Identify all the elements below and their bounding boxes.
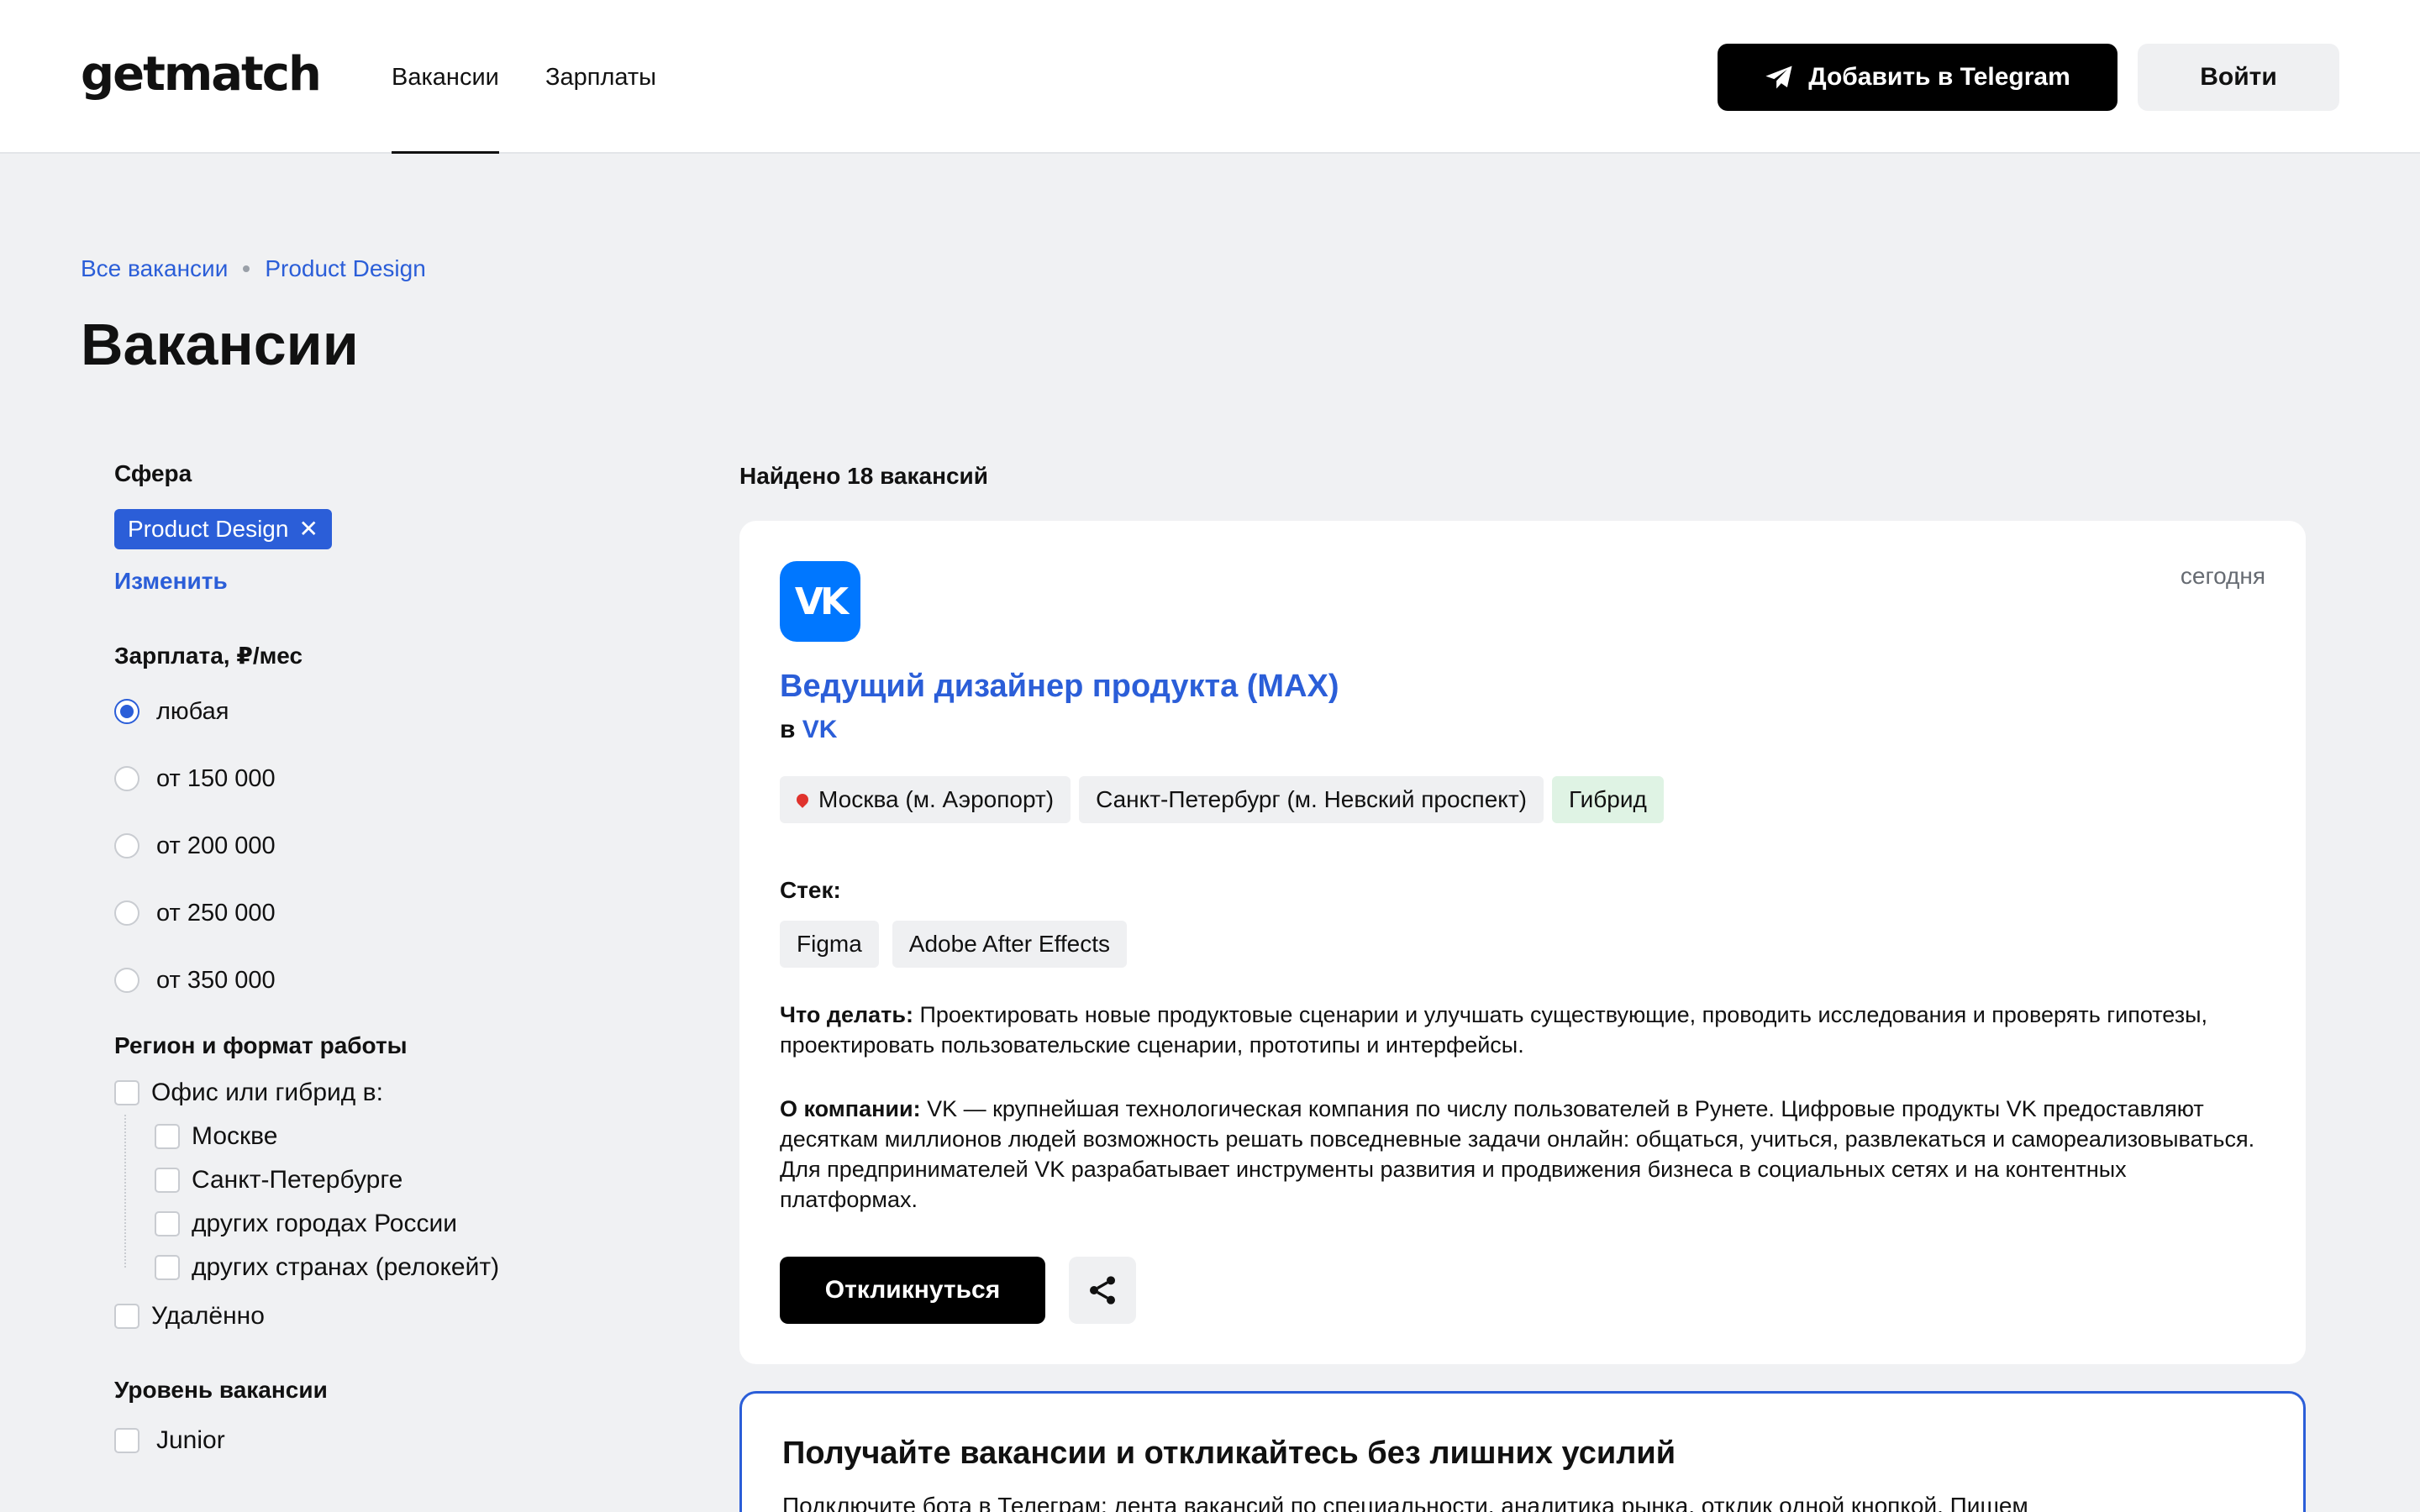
city-moscow[interactable]: Москве — [155, 1115, 702, 1158]
checkbox[interactable] — [114, 1080, 139, 1105]
city-spb[interactable]: Санкт-Петербурге — [155, 1158, 702, 1202]
salary-option-label: от 250 000 — [156, 899, 276, 927]
share-icon — [1090, 1276, 1115, 1305]
work-format-tag: Гибрид — [1552, 776, 1664, 823]
checkbox[interactable] — [155, 1124, 180, 1149]
region-title: Регион и формат работы — [114, 1032, 408, 1058]
salary-option-label: от 200 000 — [156, 832, 276, 859]
radio-button[interactable] — [114, 699, 139, 724]
city-label: других странах (релокейт) — [192, 1253, 500, 1281]
sphere-change-link[interactable]: Изменить — [114, 568, 702, 595]
promo-text: Подключите бота в Телеграм: лента ваканс… — [782, 1493, 2028, 1512]
getmatch-logo[interactable]: getmatch — [81, 47, 322, 102]
city-label: Санкт-Петербурге — [192, 1166, 403, 1194]
location-tag: Санкт-Петербург (м. Невский проспект) — [1079, 776, 1544, 823]
breadcrumb-separator — [243, 265, 250, 272]
checkbox[interactable] — [155, 1211, 180, 1236]
city-list: Москве Санкт-Петербурге других городах Р… — [124, 1115, 702, 1289]
todo-label: Что делать: — [780, 1002, 913, 1027]
sphere-chip-product-design[interactable]: Product Design ✕ — [114, 509, 332, 549]
location-tags: Москва (м. Аэропорт) Санкт-Петербург (м.… — [780, 776, 1664, 823]
company-line: в VK — [780, 716, 837, 744]
level-junior[interactable]: Junior — [114, 1419, 702, 1462]
city-other-russia[interactable]: других городах России — [155, 1202, 702, 1246]
location-tag: Москва (м. Аэропорт) — [780, 776, 1071, 823]
company-prefix: в — [780, 716, 796, 743]
login-button[interactable]: Войти — [2138, 44, 2339, 111]
vacancy-todo: Что делать: Проектировать новые продукто… — [780, 1000, 2265, 1060]
salary-options: любая от 150 000 от 200 000 от 250 000 о… — [114, 678, 702, 1014]
breadcrumb: Все вакансии Product Design — [81, 255, 426, 282]
office-or-hybrid-checkbox[interactable]: Офис или гибрид в: — [114, 1071, 702, 1115]
stack-tag: Adobe After Effects — [892, 921, 1127, 968]
level-options: Junior — [114, 1419, 702, 1462]
nav-salaries[interactable]: Зарплаты — [545, 64, 656, 92]
filters-sidebar: Сфера Product Design ✕ Изменить Зарплата… — [114, 460, 702, 1462]
remote-label: Удалённо — [151, 1302, 265, 1330]
add-to-telegram-button[interactable]: Добавить в Telegram — [1718, 44, 2118, 111]
breadcrumb-product-design[interactable]: Product Design — [265, 255, 425, 282]
apply-button[interactable]: Откликнуться — [780, 1257, 1045, 1324]
about-text: VK — крупнейшая технологическая компания… — [780, 1096, 2255, 1212]
about-label: О компании: — [780, 1096, 921, 1121]
salary-option-250000[interactable]: от 250 000 — [114, 879, 702, 947]
radio-button[interactable] — [114, 833, 139, 858]
vacancy-title-link[interactable]: Ведущий дизайнер продукта (MAX) — [780, 669, 1339, 705]
todo-text: Проектировать новые продуктовые сценарии… — [780, 1002, 2208, 1058]
checkbox[interactable] — [114, 1428, 139, 1453]
map-pin-icon — [794, 791, 811, 808]
stack-tags: Figma Adobe After Effects — [780, 921, 1127, 968]
telegram-promo-card: Получайте вакансии и откликайтесь без ли… — [739, 1391, 2306, 1512]
city-label: других городах России — [192, 1210, 457, 1237]
vacancy-about: О компании: VK — крупнейшая технологичес… — [780, 1094, 2265, 1215]
location-label: Москва (м. Аэропорт) — [818, 786, 1055, 812]
stack-label: Стек: — [780, 877, 841, 903]
sphere-chip-label: Product Design — [128, 516, 289, 542]
vk-logo[interactable]: VK — [780, 561, 860, 642]
salary-option-any[interactable]: любая — [114, 678, 702, 745]
level-label: Junior — [156, 1426, 225, 1454]
checkbox[interactable] — [155, 1168, 180, 1193]
close-icon[interactable]: ✕ — [298, 517, 318, 541]
office-label: Офис или гибрид в: — [151, 1079, 383, 1106]
stack-tag: Figma — [780, 921, 879, 968]
radio-button[interactable] — [114, 766, 139, 791]
city-label: Москве — [192, 1122, 278, 1150]
promo-title: Получайте вакансии и откликайтесь без ли… — [782, 1436, 1676, 1471]
region-options: Офис или гибрид в: Москве Санкт-Петербур… — [114, 1071, 702, 1338]
radio-button[interactable] — [114, 900, 139, 926]
checkbox[interactable] — [155, 1255, 180, 1280]
nav-vacancies[interactable]: Вакансии — [392, 64, 499, 154]
salary-option-150000[interactable]: от 150 000 — [114, 745, 702, 812]
company-link[interactable]: VK — [802, 716, 838, 743]
checkbox[interactable] — [114, 1304, 139, 1329]
telegram-button-label: Добавить в Telegram — [1808, 63, 2070, 91]
top-header: getmatch Вакансии Зарплаты Добавить в Te… — [0, 0, 2420, 154]
radio-button[interactable] — [114, 968, 139, 993]
sphere-title: Сфера — [114, 460, 192, 486]
breadcrumb-all-vacancies[interactable]: Все вакансии — [81, 255, 228, 282]
vacancy-card[interactable]: VK сегодня Ведущий дизайнер продукта (MA… — [739, 521, 2306, 1364]
share-button[interactable] — [1069, 1257, 1136, 1324]
level-title: Уровень вакансии — [114, 1377, 328, 1403]
salary-option-350000[interactable]: от 350 000 — [114, 947, 702, 1014]
city-relocation[interactable]: других странах (релокейт) — [155, 1246, 702, 1289]
salary-title: Зарплата, ₽/мес — [114, 643, 303, 669]
results-count: Найдено 18 вакансий — [739, 463, 988, 489]
page-title: Вакансии — [81, 312, 359, 377]
salary-option-label: любая — [156, 697, 229, 725]
remote-checkbox[interactable]: Удалённо — [114, 1294, 702, 1338]
vacancy-date: сегодня — [2180, 563, 2265, 589]
salary-option-label: от 150 000 — [156, 764, 276, 792]
telegram-icon — [1765, 66, 1792, 89]
salary-option-200000[interactable]: от 200 000 — [114, 812, 702, 879]
salary-option-label: от 350 000 — [156, 966, 276, 994]
